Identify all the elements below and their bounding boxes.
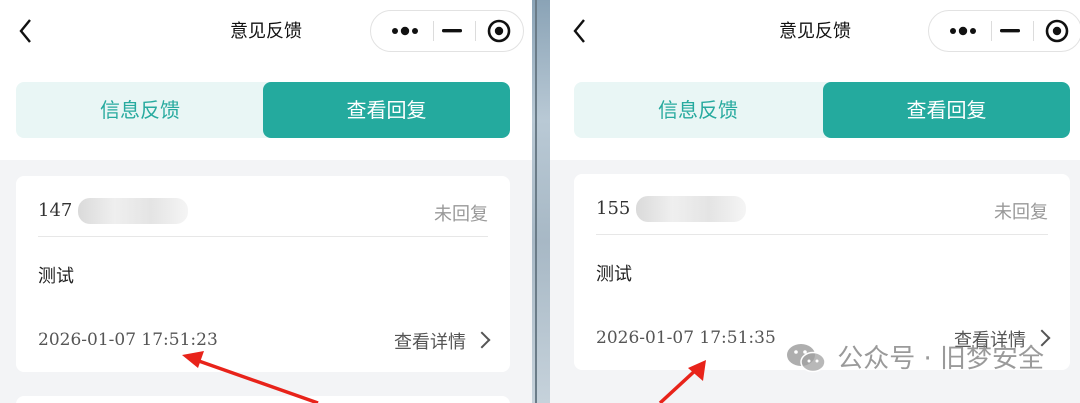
watermark: 公众号 · 旧梦安全 xyxy=(787,338,1044,378)
annotation-arrow-left xyxy=(182,351,319,403)
annotation-arrow-right xyxy=(658,360,706,403)
watermark-text: 公众号 · 旧梦安全 xyxy=(837,344,1044,374)
wechat-icon xyxy=(787,344,826,373)
